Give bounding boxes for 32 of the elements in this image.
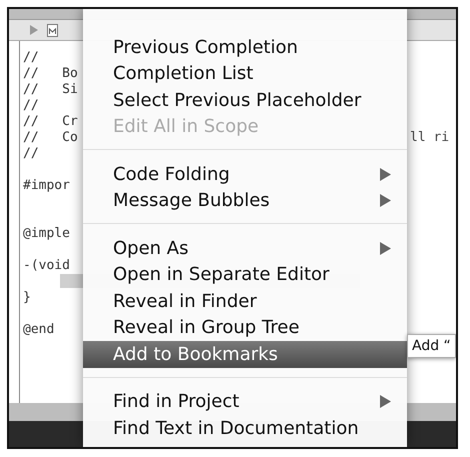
submenu-arrow-icon [380,242,391,255]
code-line: ll ri [410,130,450,144]
menu-item[interactable]: Previous Completion [83,34,407,60]
menu-item[interactable]: Reveal in Group Tree [83,314,407,341]
code-line: // Cr [22,114,78,128]
code-line: // Si [22,82,78,96]
code-line: -(void [22,258,70,272]
code-line: // [22,98,39,112]
file-icon [47,24,58,36]
submenu-arrow-icon [380,168,391,181]
menu-item[interactable]: Completion List [83,60,407,87]
menu-item[interactable]: Reveal in Finder [83,288,407,314]
code-line: #impor [22,178,70,192]
menu-item[interactable]: Open in Separate Editor [83,262,407,288]
menu-item[interactable]: Select Previous Placeholder [83,87,407,114]
code-line: } [22,290,31,304]
menu-item[interactable]: Message Bubbles [83,188,407,214]
code-line: // Bo [22,66,78,80]
code-line: // [22,146,39,160]
code-line: // [22,50,39,64]
tooltip: Add “ [407,334,456,358]
code-line: @end [22,322,54,336]
submenu-arrow-icon [380,194,391,208]
menu-item[interactable]: Add to Bookmarks [83,341,407,368]
submenu-arrow-icon [380,395,391,408]
menu-item[interactable]: Code Folding [83,161,407,188]
menu-item[interactable]: Open As [83,235,407,262]
play-icon [29,25,39,35]
menu-item[interactable]: Find in Project [83,388,407,415]
code-line: @imple [22,226,70,240]
menu-item[interactable]: Find Text in Documentation [83,415,407,442]
code-line: // Co [22,130,78,144]
